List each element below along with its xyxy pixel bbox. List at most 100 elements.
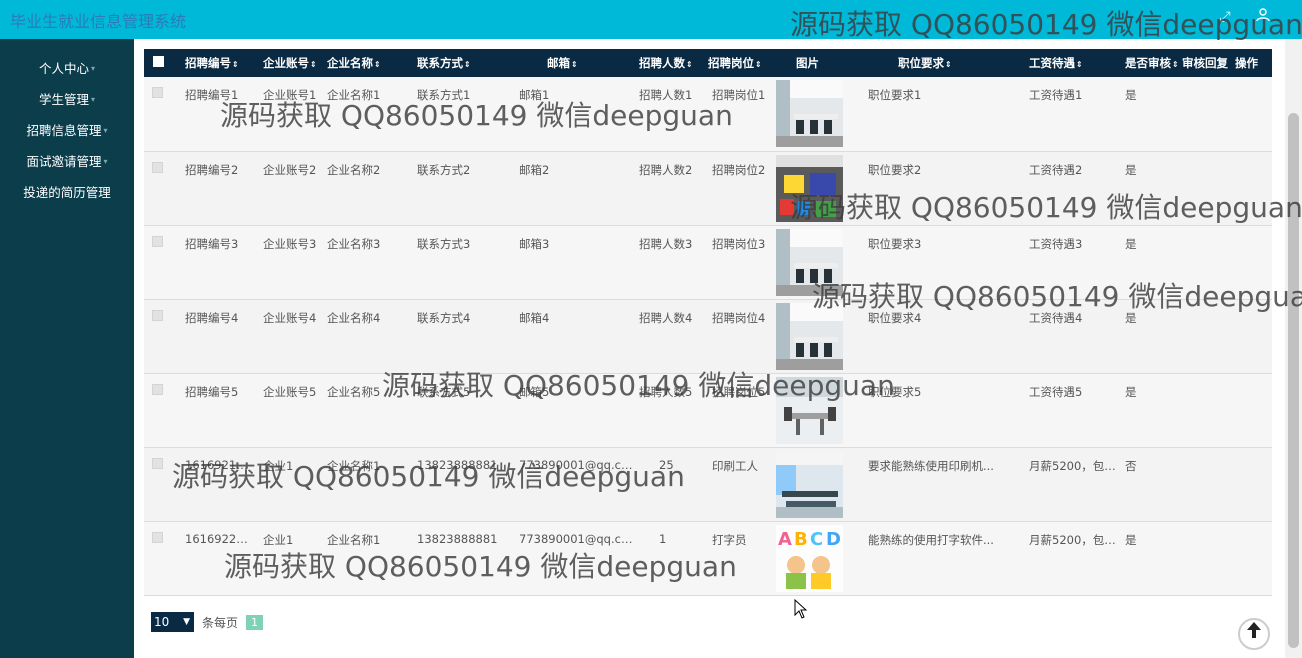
- column-header-email[interactable]: 邮箱⇕: [503, 49, 637, 77]
- sort-icon[interactable]: ⇕: [571, 60, 578, 69]
- row-checkbox[interactable]: [144, 77, 178, 151]
- svg-text:C: C: [810, 529, 823, 550]
- column-header-actions: 操作: [1235, 56, 1258, 70]
- table-cell: 招聘岗位5: [712, 384, 766, 399]
- table-row[interactable]: 招聘编号3 企业账号3 企业名称3 联系方式3 邮箱3 招聘人数3 招聘岗位3 职位要求3 工资…: [144, 225, 1272, 299]
- sort-icon[interactable]: ⇕: [1076, 60, 1083, 69]
- row-checkbox[interactable]: [144, 447, 178, 521]
- column-header-company-account[interactable]: 企业账号⇕: [256, 49, 325, 77]
- table-row[interactable]: 招聘编号2 企业账号2 企业名称2 联系方式2 邮箱2 招聘人数2 招聘岗位2 职位要求2 工资…: [144, 151, 1272, 225]
- sidebar-menu: 个人中心 ▾ 学生管理 ▾ 招聘信息管理 ▾ 面试邀请管理 ▾ 投递的简历管理: [0, 39, 134, 208]
- column-header-contact[interactable]: 联系方式⇕: [407, 49, 503, 77]
- column-header-headcount[interactable]: 招聘人数⇕: [637, 49, 706, 77]
- scrollbar-thumb[interactable]: [1288, 113, 1299, 648]
- sidebar-item-label: 招聘信息管理: [26, 123, 102, 138]
- row-checkbox[interactable]: [144, 151, 178, 225]
- column-header-company-name[interactable]: 企业名称⇕: [325, 49, 407, 77]
- table-cell: 企业账号2: [263, 162, 317, 177]
- row-checkbox[interactable]: [144, 521, 178, 595]
- sidebar-item-recruitment[interactable]: 招聘信息管理 ▾: [0, 115, 134, 146]
- column-header-review-reply: 审核回复: [1182, 56, 1228, 70]
- table-cell: 企业名称5: [327, 384, 381, 399]
- vertical-scrollbar[interactable]: [1285, 39, 1302, 658]
- sort-icon[interactable]: ⇕: [686, 60, 693, 69]
- caret-down-icon: ▾: [91, 95, 96, 104]
- svg-text:A: A: [778, 529, 792, 550]
- table-body: 招聘编号1 企业账号1 企业名称1 联系方式1 邮箱1 招聘人数1 招聘岗位1 职位要求1 工资…: [144, 77, 1272, 595]
- row-checkbox[interactable]: [144, 299, 178, 373]
- fullscreen-icon[interactable]: ⤢: [1216, 8, 1234, 26]
- table-cell: 联系方式1: [417, 88, 471, 102]
- select-all-checkbox[interactable]: [144, 49, 178, 77]
- sort-icon[interactable]: ⇕: [945, 60, 952, 69]
- colorful-office-image: [776, 154, 843, 222]
- table-cell: 1: [659, 531, 667, 546]
- table-row[interactable]: 招聘编号4 企业账号4 企业名称4 联系方式4 邮箱4 招聘人数4 招聘岗位4 职位要求4 工资…: [144, 299, 1272, 373]
- table-cell: 企业1: [263, 532, 294, 547]
- table-cell: [1233, 447, 1272, 521]
- table-cell: 月薪5200，包吃住...: [1029, 532, 1123, 547]
- table-cell: 招聘人数2: [639, 162, 693, 177]
- sort-icon[interactable]: ⇕: [464, 60, 471, 69]
- main-content: 招聘编号⇕ 企业账号⇕ 企业名称⇕ 联系方式⇕ 邮箱⇕ 招聘人数⇕ 招聘岗位⇕ …: [144, 49, 1272, 596]
- table-cell: 招聘编号1: [185, 88, 239, 102]
- sidebar-item-resumes[interactable]: 投递的简历管理: [0, 177, 134, 208]
- table-cell: 企业账号4: [263, 310, 317, 325]
- column-header-approved[interactable]: 是否审核⇕: [1123, 49, 1180, 77]
- table-row[interactable]: 招聘编号1 企业账号1 企业名称1 联系方式1 邮箱1 招聘人数1 招聘岗位1 职位要求1 工资…: [144, 77, 1272, 151]
- table-cell: 1616922255: [185, 531, 256, 546]
- table-cell: 招聘人数1: [639, 88, 693, 102]
- back-to-top-button[interactable]: [1238, 618, 1270, 650]
- abcd-kids-image: ABCD: [776, 524, 843, 592]
- sidebar-item-students[interactable]: 学生管理 ▾: [0, 84, 134, 115]
- table-cell: 邮箱3: [519, 236, 550, 251]
- sort-icon[interactable]: ⇕: [1172, 60, 1179, 69]
- table-cell: 企业账号3: [263, 236, 317, 251]
- open-office-image: [776, 450, 843, 518]
- page-size-select[interactable]: 10 ▼: [151, 612, 194, 632]
- table-cell: 月薪5200，包吃包...: [1029, 458, 1123, 473]
- table-header-row: 招聘编号⇕ 企业账号⇕ 企业名称⇕ 联系方式⇕ 邮箱⇕ 招聘人数⇕ 招聘岗位⇕ …: [144, 49, 1272, 77]
- table-cell: [1180, 225, 1233, 299]
- row-checkbox[interactable]: [144, 373, 178, 447]
- table-cell: 职位要求3: [868, 236, 922, 251]
- column-header-requirements[interactable]: 职位要求⇕: [848, 49, 1001, 77]
- caret-down-icon: ▾: [91, 64, 96, 73]
- table-row[interactable]: 招聘编号5 企业账号5 企业名称5 联系方式5 邮箱5 招聘人数5 招聘岗位5 职位要求5 工资…: [144, 373, 1272, 447]
- sort-icon[interactable]: ⇕: [755, 60, 762, 69]
- table-cell: 工资待遇5: [1029, 384, 1083, 399]
- table-cell: [1180, 373, 1233, 447]
- table-cell: 工资待遇3: [1029, 236, 1083, 251]
- page-number-button[interactable]: 1: [246, 614, 264, 630]
- app-title: 毕业生就业信息管理系统: [10, 12, 187, 31]
- table-cell: 否: [1125, 458, 1137, 473]
- table-row[interactable]: 1616922255 企业1 企业名称1 13823888881 773890001@q…: [144, 521, 1272, 595]
- sort-icon[interactable]: ⇕: [310, 60, 317, 69]
- table-cell: 企业账号1: [263, 88, 317, 102]
- table-cell: 职位要求2: [868, 162, 922, 177]
- column-header-position[interactable]: 招聘岗位⇕: [706, 49, 776, 77]
- office-image: [776, 302, 843, 370]
- job-image-cell: [776, 447, 848, 521]
- table-cell: 联系方式4: [417, 310, 471, 325]
- table-row[interactable]: 1616921524 企业1 企业名称1 13823888881 773890001@q…: [144, 447, 1272, 521]
- office-image: [776, 228, 843, 296]
- table-cell: 是: [1125, 532, 1137, 547]
- table-cell: 工资待遇2: [1029, 162, 1083, 177]
- sort-icon[interactable]: ⇕: [232, 60, 239, 69]
- row-checkbox[interactable]: [144, 225, 178, 299]
- mouse-cursor-icon: [794, 599, 808, 619]
- table-cell: 招聘岗位1: [712, 88, 766, 102]
- user-icon[interactable]: [1254, 8, 1272, 26]
- sidebar-item-personal-center[interactable]: 个人中心 ▾: [0, 53, 134, 84]
- table-cell: 工资待遇1: [1029, 88, 1083, 102]
- table-cell: 招聘人数4: [639, 310, 693, 325]
- job-image-cell: [776, 151, 848, 225]
- sort-icon[interactable]: ⇕: [374, 60, 381, 69]
- table-cell: 联系方式2: [417, 162, 471, 177]
- table-cell: 招聘编号2: [185, 162, 239, 177]
- sidebar-item-interview[interactable]: 面试邀请管理 ▾: [0, 146, 134, 177]
- column-header-recruit-id[interactable]: 招聘编号⇕: [178, 49, 256, 77]
- table-cell: 企业1: [263, 458, 294, 473]
- column-header-salary[interactable]: 工资待遇⇕: [1001, 49, 1123, 77]
